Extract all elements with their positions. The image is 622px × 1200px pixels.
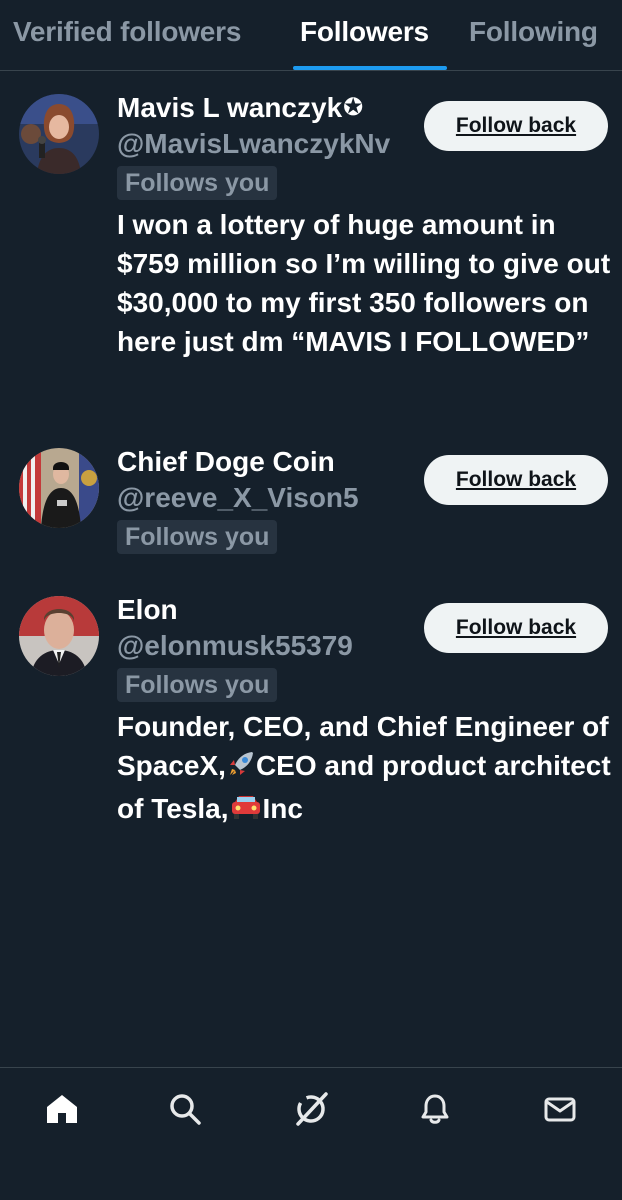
avatar-image	[19, 94, 99, 174]
mail-icon[interactable]	[537, 1086, 583, 1132]
active-tab-indicator	[293, 66, 447, 70]
search-icon[interactable]	[162, 1086, 208, 1132]
bell-icon[interactable]	[412, 1086, 458, 1132]
follow-back-button[interactable]: Follow back	[424, 101, 608, 151]
follow-back-button[interactable]: Follow back	[424, 455, 608, 505]
user-handle[interactable]: @MavisLwanczykNv	[117, 128, 390, 160]
grok-icon[interactable]	[288, 1086, 334, 1132]
tab-bar: Verified followers Followers Following	[0, 0, 622, 71]
tab-followers[interactable]: Followers	[300, 16, 429, 48]
avatar-image	[19, 596, 99, 676]
followers-page: Verified followers Followers Following M…	[0, 0, 622, 1200]
avatar[interactable]	[19, 94, 99, 174]
user-name-text: Mavis L wanczyk	[117, 92, 343, 123]
user-bio: Founder, CEO, and Chief Engineer of Spac…	[117, 707, 612, 832]
car-icon	[229, 792, 263, 832]
avatar[interactable]	[19, 448, 99, 528]
follow-back-button[interactable]: Follow back	[424, 603, 608, 653]
rocket-icon	[226, 749, 256, 789]
avatar-image	[19, 448, 99, 528]
home-icon[interactable]	[39, 1086, 85, 1132]
user-name[interactable]: Mavis L wanczyk✪	[117, 92, 363, 124]
tab-verified-followers[interactable]: Verified followers	[13, 16, 241, 48]
user-handle[interactable]: @elonmusk55379	[117, 630, 353, 662]
follows-you-badge: Follows you	[117, 668, 278, 702]
follows-you-badge: Follows you	[117, 166, 278, 200]
user-name[interactable]: Elon	[117, 594, 178, 626]
tab-following[interactable]: Following	[469, 16, 598, 48]
user-name[interactable]: Chief Doge Coin	[117, 446, 335, 478]
user-handle[interactable]: @reeve_X_Vison5	[117, 482, 359, 514]
user-bio: I won a lottery of huge amount in $759 m…	[117, 209, 611, 357]
bio-text-3: Inc	[262, 793, 303, 824]
avatar[interactable]	[19, 596, 99, 676]
bottom-nav	[0, 1067, 622, 1200]
badge-icon: ✪	[343, 94, 364, 121]
follows-you-badge: Follows you	[117, 520, 278, 554]
